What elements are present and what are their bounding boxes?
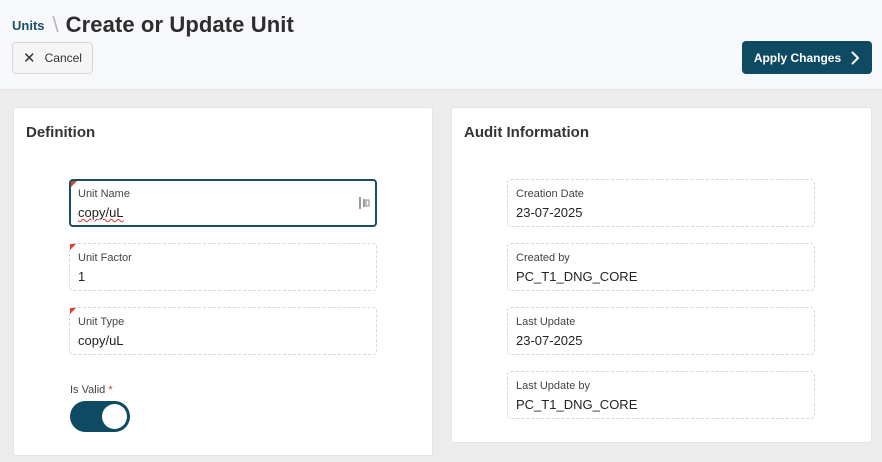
is-valid-label-text: Is Valid [70,384,106,396]
audit-information-card: Audit Information Creation Date 23-07-20… [451,107,872,443]
definition-card-title: Definition [26,124,96,141]
last-update-by-value: PC_T1_DNG_CORE [516,397,638,412]
unit-name-input[interactable]: copy/uL [78,205,124,220]
required-indicator [70,244,76,250]
breadcrumb-separator: \ [52,12,59,37]
cancel-button-label: Cancel [44,51,82,65]
creation-date-label: Creation Date [516,188,584,200]
created-by-label: Created by [516,252,570,264]
unit-name-field[interactable]: Unit Name copy/uL [69,179,377,227]
creation-date-field: Creation Date 23-07-2025 [507,179,815,227]
apply-changes-button[interactable]: Apply Changes [742,41,872,74]
toggle-knob [102,404,127,429]
audit-card-title: Audit Information [464,124,589,141]
last-update-by-field: Last Update by PC_T1_DNG_CORE [507,371,815,419]
last-update-field: Last Update 23-07-2025 [507,307,815,355]
is-valid-toggle[interactable] [70,401,130,432]
field-action-icon[interactable] [358,196,370,210]
definition-card: Definition Unit Name copy/uL Unit Factor… [13,107,433,456]
close-icon: ✕ [23,49,36,67]
created-by-value: PC_T1_DNG_CORE [516,269,638,284]
last-update-label: Last Update [516,316,576,328]
unit-factor-input[interactable]: 1 [78,269,85,284]
unit-type-input[interactable]: copy/uL [78,333,124,348]
chevron-right-icon [851,51,860,64]
creation-date-value: 23-07-2025 [516,205,583,220]
unit-factor-label: Unit Factor [78,252,132,264]
unit-type-label: Unit Type [78,316,125,328]
required-indicator [70,308,76,314]
created-by-field: Created by PC_T1_DNG_CORE [507,243,815,291]
cancel-button[interactable]: ✕ Cancel [12,42,93,74]
required-indicator [71,181,77,187]
unit-type-field[interactable]: Unit Type copy/uL [69,307,377,355]
breadcrumb-units-link[interactable]: Units [12,18,45,33]
last-update-by-label: Last Update by [516,380,590,392]
is-valid-label: Is Valid * [70,384,113,396]
page-title: Create or Update Unit [65,12,294,37]
last-update-value: 23-07-2025 [516,333,583,348]
unit-name-label: Unit Name [78,188,130,200]
unit-factor-field[interactable]: Unit Factor 1 [69,243,377,291]
breadcrumb: Units \ Create or Update Unit [12,10,294,40]
required-star: * [108,384,113,396]
apply-changes-button-label: Apply Changes [753,50,842,65]
page-header: Units \ Create or Update Unit ✕ Cancel A… [0,0,882,90]
